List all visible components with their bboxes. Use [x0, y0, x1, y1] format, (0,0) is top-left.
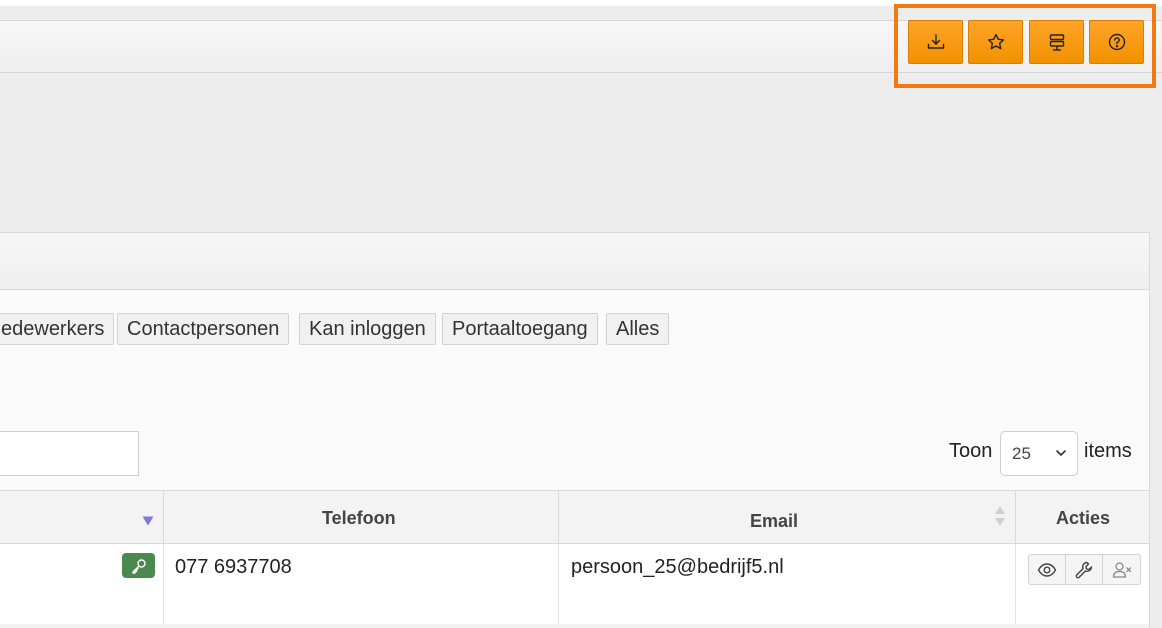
show-label: Toon	[949, 440, 993, 462]
view-button[interactable]	[1029, 555, 1066, 584]
table-row[interactable]: 077 6937708 persoon_25@bedrijf5.nl	[0, 544, 1149, 624]
download-button[interactable]	[908, 20, 963, 64]
signpost-icon	[1049, 34, 1064, 51]
next-row	[0, 624, 1149, 628]
chevron-down-icon	[1056, 450, 1066, 456]
remove-user-button[interactable]	[1103, 555, 1140, 584]
key-icon	[131, 558, 146, 574]
filter-contactpersonen[interactable]: Contactpersonen	[117, 313, 290, 345]
login-badge	[122, 553, 155, 578]
help-button[interactable]	[1089, 20, 1144, 64]
users-panel: edewerkers Contactpersonen Kan inloggen …	[0, 232, 1150, 628]
filter-medewerkers[interactable]: edewerkers	[0, 313, 115, 345]
column-header-telefoon[interactable]: Telefoon	[164, 491, 559, 543]
page-size-select[interactable]: 25	[1000, 431, 1078, 476]
page-size-value: 25	[1012, 444, 1031, 463]
download-icon	[927, 34, 944, 49]
wrench-icon	[1075, 561, 1093, 578]
phone-value: 077 6937708	[175, 556, 292, 578]
items-label: items	[1084, 440, 1132, 462]
filter-portaaltoegang[interactable]: Portaaltoegang	[442, 313, 598, 345]
column-header-acties: Acties	[1056, 508, 1111, 528]
eye-icon	[1037, 562, 1057, 577]
help-icon	[1108, 33, 1125, 51]
star-icon	[987, 33, 1004, 50]
edit-button[interactable]	[1066, 555, 1103, 584]
sort-desc-icon	[142, 516, 154, 526]
favorite-button[interactable]	[968, 20, 1023, 64]
layout-button[interactable]	[1029, 20, 1084, 64]
panel-header	[0, 233, 1149, 290]
action-group	[1028, 554, 1141, 585]
column-header-email[interactable]: Email	[559, 491, 1016, 543]
cell-name	[0, 544, 164, 624]
email-value: persoon_25@bedrijf5.nl	[571, 556, 784, 578]
table-header: Telefoon Email Acties	[0, 490, 1149, 544]
filter-kan-inloggen[interactable]: Kan inloggen	[299, 313, 436, 345]
remove-user-icon	[1112, 561, 1131, 578]
sort-both-icon	[995, 506, 1005, 526]
column-header-name[interactable]	[0, 491, 164, 543]
cell-acties	[1016, 544, 1149, 624]
search-input[interactable]	[0, 431, 139, 476]
filter-alles[interactable]: Alles	[606, 313, 670, 345]
cell-telefoon: 077 6937708	[164, 544, 559, 624]
cell-email: persoon_25@bedrijf5.nl	[559, 544, 1016, 624]
